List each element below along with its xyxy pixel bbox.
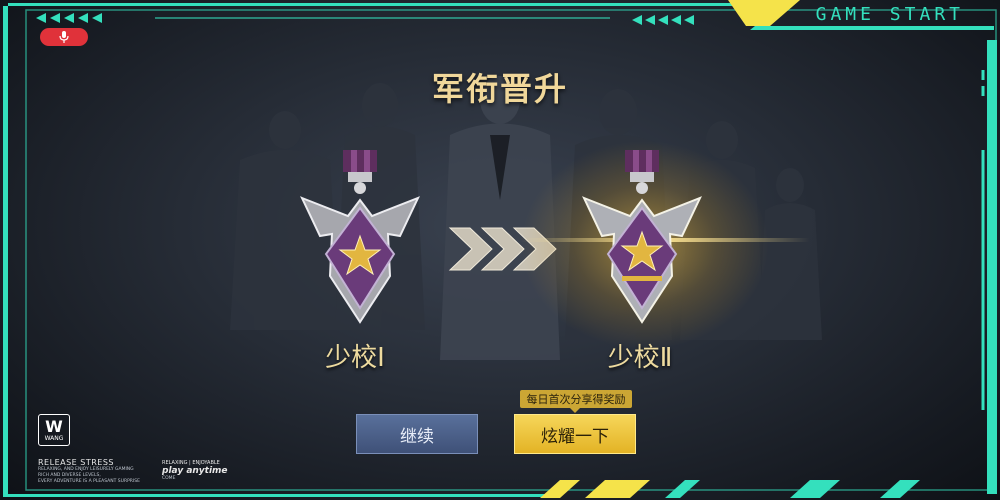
current-rank-label: 少校Ⅰ [325, 343, 385, 373]
release-stress-caption: RELEASE STRESS RELAXING, AND ENJOY LEISU… [38, 458, 140, 485]
release-line-3: EVERY ADVENTURE IS A PLEASANT SURPRISE [38, 479, 140, 484]
star-medal-icon [300, 150, 420, 324]
brand-logo-letter: W [45, 416, 63, 436]
promotion-title: 军衔晋升 [431, 70, 568, 108]
release-stress-title: RELEASE STRESS [38, 458, 115, 467]
microphone-icon [59, 31, 69, 43]
show-off-button[interactable]: 炫耀一下 [514, 414, 636, 454]
play-main-line: play anytime [162, 466, 228, 476]
star-medal-icon [582, 150, 702, 324]
game-start-label: GAME START [815, 4, 964, 25]
play-bottom-line: COME [162, 476, 176, 481]
play-anytime-caption: RELAXING | ENJOYABLE play anytime COME [162, 460, 228, 481]
brand-logo: W WANG [38, 414, 70, 446]
promotion-screen: GAME START 军衔晋升 少校Ⅰ 少校Ⅱ 每日首次分享得奖励 继续 炫耀一… [0, 0, 1000, 500]
continue-button[interactable]: 继续 [356, 414, 478, 454]
share-reward-tooltip: 每日首次分享得奖励 [520, 390, 632, 413]
record-button[interactable] [40, 28, 88, 46]
new-rank-label: 少校Ⅱ [607, 343, 673, 373]
brand-logo-text: WANG [44, 434, 64, 442]
